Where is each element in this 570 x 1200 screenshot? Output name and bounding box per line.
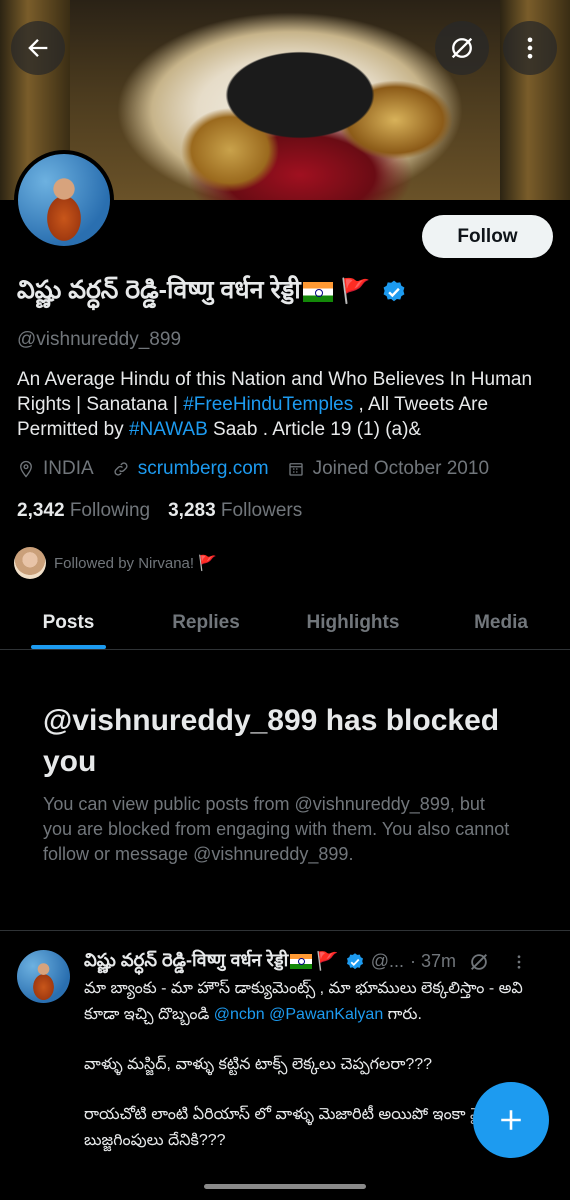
follow-button[interactable]: Follow xyxy=(422,215,553,258)
grok-icon xyxy=(451,37,473,59)
grok-button[interactable] xyxy=(435,21,489,75)
tweet-text: మా బ్యాంకు - మా హౌస్ డాక్యుమెంట్స్ , మా … xyxy=(84,976,554,1178)
red-flag-icon: 🚩 xyxy=(340,278,371,305)
following-link[interactable]: 2,342 Following xyxy=(17,500,150,521)
plus-icon xyxy=(501,1110,521,1130)
tab-media[interactable]: Media xyxy=(460,596,542,650)
divider xyxy=(0,930,570,931)
profile-meta: INDIA scrumberg.com Joined October 2010 xyxy=(17,458,507,480)
blocked-title: @vishnureddy_899 has blocked you xyxy=(43,704,500,778)
hashtag-link[interactable]: #FreeHinduTemples xyxy=(183,394,353,415)
website[interactable]: scrumberg.com xyxy=(112,458,269,480)
follow-stats: 2,342 Following 3,283 Followers xyxy=(17,500,302,522)
followers-link[interactable]: 3,283 Followers xyxy=(168,500,302,521)
profile-tabs: Posts Replies Highlights Media xyxy=(0,596,570,650)
tweet-paragraph: మా బ్యాంకు - మా హౌస్ డాక్యుమెంట్స్ , మా … xyxy=(84,980,523,1023)
tweet-time: · 37m xyxy=(410,951,457,971)
profile-handle: @vishnureddy_899 xyxy=(17,329,182,350)
tweet-handle: @... xyxy=(370,951,404,971)
blocked-message: You can view public posts from @vishnure… xyxy=(43,794,510,864)
arrow-left-icon xyxy=(28,39,48,57)
followed-by[interactable]: Followed by Nirvana! 🚩 xyxy=(14,547,217,579)
more-vertical-icon[interactable] xyxy=(510,953,528,971)
tab-posts[interactable]: Posts xyxy=(31,596,106,650)
location: INDIA xyxy=(17,458,94,480)
profile-avatar[interactable] xyxy=(14,150,114,250)
follower-avatar xyxy=(14,547,46,579)
profile-bio: An Average Hindu of this Nation and Who … xyxy=(17,369,533,440)
display-name: విష్ణు వర్ధన్ రెడ్డి-विष्णु वर्धन रेड्डी xyxy=(17,276,301,304)
red-flag-icon: 🚩 xyxy=(316,951,339,971)
calendar-icon xyxy=(288,463,303,476)
profile-name: విష్ణు వర్ధన్ రెడ్డి-विष्णु वर्धन रेड्डी… xyxy=(17,272,407,311)
compose-button[interactable] xyxy=(473,1082,549,1158)
tweet-paragraph: వాళ్ళు మస్జిద్, వాళ్ళు కట్టిన టాక్స్ లెక… xyxy=(84,1056,433,1073)
active-tab-indicator xyxy=(31,645,106,649)
verified-badge-icon xyxy=(346,952,363,969)
mention-link[interactable]: @ncbn xyxy=(214,1006,265,1023)
more-options-button[interactable] xyxy=(503,21,557,75)
india-flag-icon xyxy=(302,281,333,302)
more-vertical-icon xyxy=(527,37,533,59)
mention-link[interactable]: @PawanKalyan xyxy=(269,1006,383,1023)
india-flag-icon xyxy=(290,954,313,969)
tweet-header: విష్ణు వర్ధన్ రెడ్డి-विष्णु वर्धन रेड्डी… xyxy=(84,948,554,975)
location-pin-icon xyxy=(20,460,32,478)
tweet-author-name[interactable]: విష్ణు వర్ధన్ రెడ్డి-विष्णु वर्धन रेड्डी xyxy=(84,948,288,975)
home-indicator[interactable] xyxy=(204,1184,366,1189)
joined-date: Joined October 2010 xyxy=(287,458,489,480)
tab-replies[interactable]: Replies xyxy=(160,596,252,650)
back-button[interactable] xyxy=(11,21,65,75)
grok-icon[interactable] xyxy=(468,951,490,973)
website-link[interactable]: scrumberg.com xyxy=(138,458,269,480)
link-icon xyxy=(114,462,128,476)
tweet-author-avatar[interactable] xyxy=(17,950,70,1003)
verified-badge-icon[interactable] xyxy=(381,279,407,305)
hashtag-link[interactable]: #NAWAB xyxy=(129,419,208,440)
tab-highlights[interactable]: Highlights xyxy=(296,596,410,650)
